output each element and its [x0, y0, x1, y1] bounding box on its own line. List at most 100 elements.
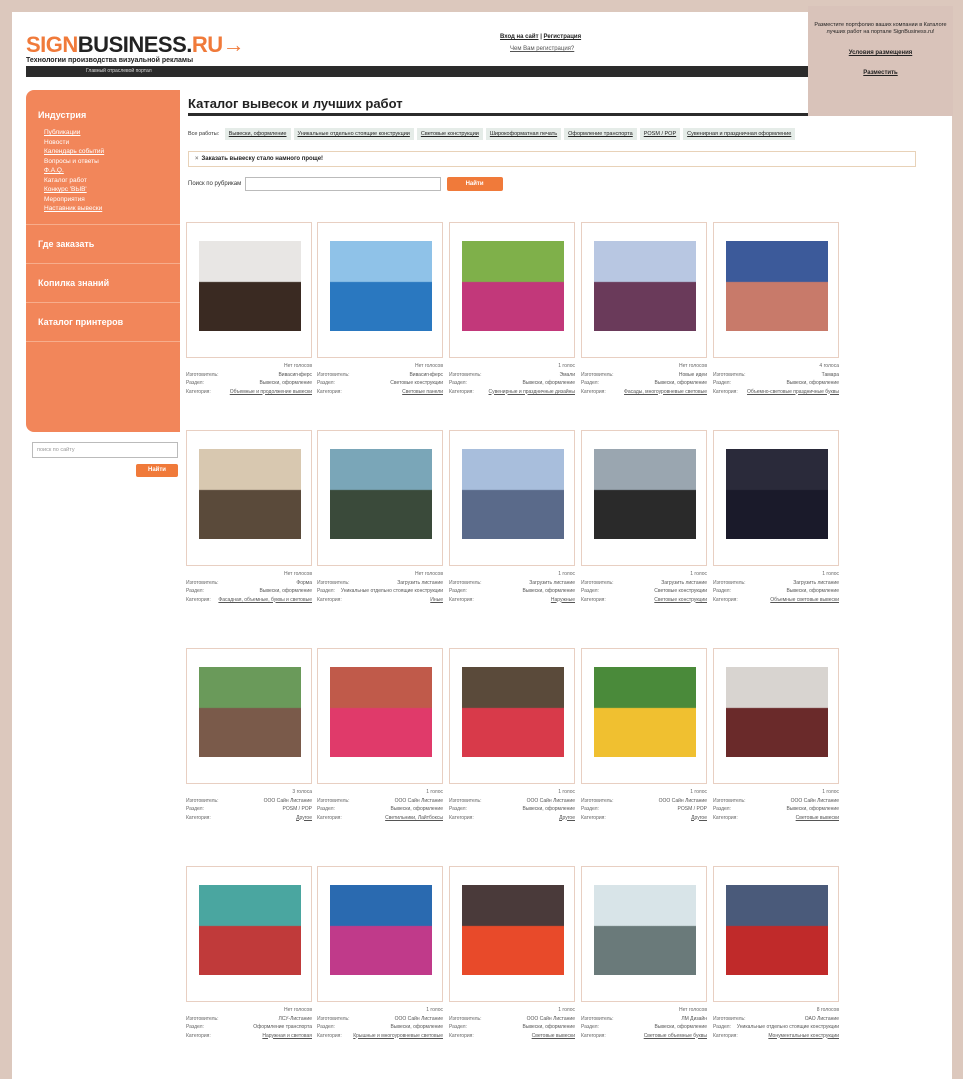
work-thumbnail[interactable]	[330, 449, 432, 539]
work-thumbnail[interactable]	[594, 885, 696, 975]
work-thumbnail-frame[interactable]	[713, 430, 839, 566]
sidebar-item[interactable]: Ф.А.Q.	[44, 166, 168, 176]
sidebar-section-title[interactable]: Индустрия	[38, 110, 168, 120]
work-thumbnail-frame[interactable]	[713, 222, 839, 358]
category-link[interactable]: Крышные и многоуровневые световые	[353, 1032, 443, 1041]
work-thumbnail[interactable]	[462, 885, 564, 975]
work-card[interactable]: Нет голосов Изготовитель: ЛМ Дизайн Раздел:…	[581, 866, 707, 1040]
work-thumbnail[interactable]	[199, 449, 301, 539]
work-card[interactable]: 1 голос Изготовитель: ООО Сайн Листание Раз…	[449, 648, 575, 822]
category-link[interactable]: Фасадная, объемные, буквы и световые	[218, 596, 312, 605]
work-thumbnail-frame[interactable]	[581, 866, 707, 1002]
work-card[interactable]: Нет голосов Изготовитель: Вивасигнферс Разд…	[317, 222, 443, 396]
work-card[interactable]: 3 голоса Изготовитель: ООО Сайн Листание Ра…	[186, 648, 312, 822]
work-thumbnail[interactable]	[462, 241, 564, 331]
work-thumbnail[interactable]	[726, 241, 828, 331]
work-thumbnail-frame[interactable]	[186, 430, 312, 566]
sidebar-section-title[interactable]: Где заказать	[38, 239, 168, 249]
sidebar-item[interactable]: Мероприятия	[44, 195, 168, 205]
sidebar-item[interactable]: Новости	[44, 138, 168, 148]
work-card[interactable]: 1 голос Изготовитель: Эмали Раздел: Вывески,…	[449, 222, 575, 396]
work-card[interactable]: Нет голосов Изготовитель: Новые идеи Раздел…	[581, 222, 707, 396]
work-card[interactable]: 1 голос Изготовитель: Загрузить листание Ра…	[713, 430, 839, 604]
work-thumbnail[interactable]	[726, 885, 828, 975]
work-thumbnail-frame[interactable]	[449, 430, 575, 566]
category-link[interactable]: Объемные и продолжение вывески	[230, 388, 312, 397]
why-register-link[interactable]: Чем Вам регистрация?	[510, 46, 581, 52]
sidebar-item[interactable]: Календарь событий	[44, 147, 168, 157]
work-thumbnail[interactable]	[330, 885, 432, 975]
work-card[interactable]: 1 голос Изготовитель: ООО Сайн Листание Раз…	[713, 648, 839, 822]
sidebar-item[interactable]: Публикации	[44, 128, 168, 138]
register-link[interactable]: Регистрация	[544, 34, 582, 40]
work-thumbnail-frame[interactable]	[449, 866, 575, 1002]
site-search-button[interactable]: Найти	[136, 464, 178, 477]
sidebar-item[interactable]: Каталог работ	[44, 176, 168, 186]
close-icon[interactable]: ×	[195, 156, 199, 162]
site-logo[interactable]: SIGNBUSINESS.RU→	[26, 32, 245, 58]
category-link[interactable]: Объемно-световые праздничные буквы	[747, 388, 839, 397]
filter-chip[interactable]: Сувенирная и праздничная оформление	[683, 128, 796, 140]
filter-chip[interactable]: POSM / POP	[639, 128, 681, 140]
category-link[interactable]: Световые панели	[402, 388, 443, 397]
work-thumbnail-frame[interactable]	[581, 430, 707, 566]
work-card[interactable]: 4 голоса Изготовитель: Тамара Раздел: Вывеск…	[713, 222, 839, 396]
promo-conditions-link[interactable]: Условия размещения	[814, 50, 947, 56]
work-card[interactable]: 1 голос Изготовитель: ООО Сайн Листание Раз…	[449, 866, 575, 1040]
rubric-search-input[interactable]	[244, 177, 441, 191]
work-thumbnail-frame[interactable]	[581, 222, 707, 358]
work-thumbnail[interactable]	[726, 667, 828, 757]
category-link[interactable]: Фасады, многоуровневые световые	[624, 388, 707, 397]
work-thumbnail[interactable]	[199, 241, 301, 331]
work-thumbnail-frame[interactable]	[186, 222, 312, 358]
category-link[interactable]: Светильники, Лайтбоксы	[385, 814, 443, 823]
work-thumbnail-frame[interactable]	[186, 648, 312, 784]
work-thumbnail[interactable]	[330, 667, 432, 757]
work-card[interactable]: 1 голос Изготовитель: ООО Сайн Листание Раз…	[317, 648, 443, 822]
work-card[interactable]: Нет голосов Изготовитель: Вивасигнферс Разд…	[186, 222, 312, 396]
work-thumbnail-frame[interactable]	[317, 866, 443, 1002]
work-thumbnail[interactable]	[199, 885, 301, 975]
filter-chip[interactable]: Широкоформатная печать	[485, 128, 562, 140]
sidebar-section-title[interactable]: Копилка знаний	[38, 278, 168, 288]
sidebar-item[interactable]: Конкурс 'ВЫВ'	[44, 185, 168, 195]
category-link[interactable]: Другое	[559, 814, 575, 823]
work-thumbnail-frame[interactable]	[449, 222, 575, 358]
promo-place-link[interactable]: Разместить	[814, 70, 947, 76]
work-thumbnail-frame[interactable]	[317, 222, 443, 358]
work-card[interactable]: 1 голос Изготовитель: ООО Сайн Листание Раз…	[581, 648, 707, 822]
work-thumbnail-frame[interactable]	[581, 648, 707, 784]
work-thumbnail[interactable]	[330, 241, 432, 331]
work-thumbnail-frame[interactable]	[449, 648, 575, 784]
work-card[interactable]: Нет голосов Изготовитель: Форма Раздел: Выве…	[186, 430, 312, 604]
notice-banner[interactable]: × Заказать вывеску стало намного проще!	[188, 151, 916, 167]
site-search-input[interactable]: поиск по сайту	[32, 442, 178, 458]
filter-chip[interactable]: Оформление транспорта	[564, 128, 637, 140]
category-link[interactable]: Сувенирные и праздничные дизайны	[489, 388, 575, 397]
work-thumbnail-frame[interactable]	[713, 648, 839, 784]
login-link[interactable]: Вход на сайт	[500, 34, 539, 40]
work-thumbnail[interactable]	[462, 449, 564, 539]
work-card[interactable]: Нет голосов Изготовитель: ЛСУ-Листание Разд…	[186, 866, 312, 1040]
work-thumbnail[interactable]	[594, 241, 696, 331]
category-link[interactable]: Иные	[430, 596, 443, 605]
filter-chip[interactable]: Уникальные отдельно стоящие конструкции	[293, 128, 414, 140]
work-thumbnail[interactable]	[594, 667, 696, 757]
filter-chip[interactable]: Световые конструкции	[416, 128, 483, 140]
rubric-search-button[interactable]: Найти	[446, 177, 503, 191]
category-link[interactable]: Объемные световые вывески	[770, 596, 839, 605]
work-thumbnail-frame[interactable]	[713, 866, 839, 1002]
category-link[interactable]: Другое	[296, 814, 312, 823]
work-card[interactable]: 1 голос Изготовитель: ООО Сайн Листание Раз…	[317, 866, 443, 1040]
work-card[interactable]: 1 голос Изготовитель: Загрузить листание Ра…	[581, 430, 707, 604]
work-thumbnail[interactable]	[594, 449, 696, 539]
category-link[interactable]: Наружная и световая	[262, 1032, 312, 1041]
work-thumbnail[interactable]	[462, 667, 564, 757]
work-thumbnail-frame[interactable]	[317, 648, 443, 784]
work-card[interactable]: 8 голосов Изготовитель: ОАО Листание Раздел…	[713, 866, 839, 1040]
work-card[interactable]: 1 голос Изготовитель: Загрузить листание Ра…	[449, 430, 575, 604]
category-link[interactable]: Световые конструкции	[654, 596, 707, 605]
work-card[interactable]: Нет голосов Изготовитель: Загрузить листан…	[317, 430, 443, 604]
category-link[interactable]: Световые объемные буквы	[644, 1032, 707, 1041]
sidebar-item[interactable]: Наставник вывески	[44, 204, 168, 214]
